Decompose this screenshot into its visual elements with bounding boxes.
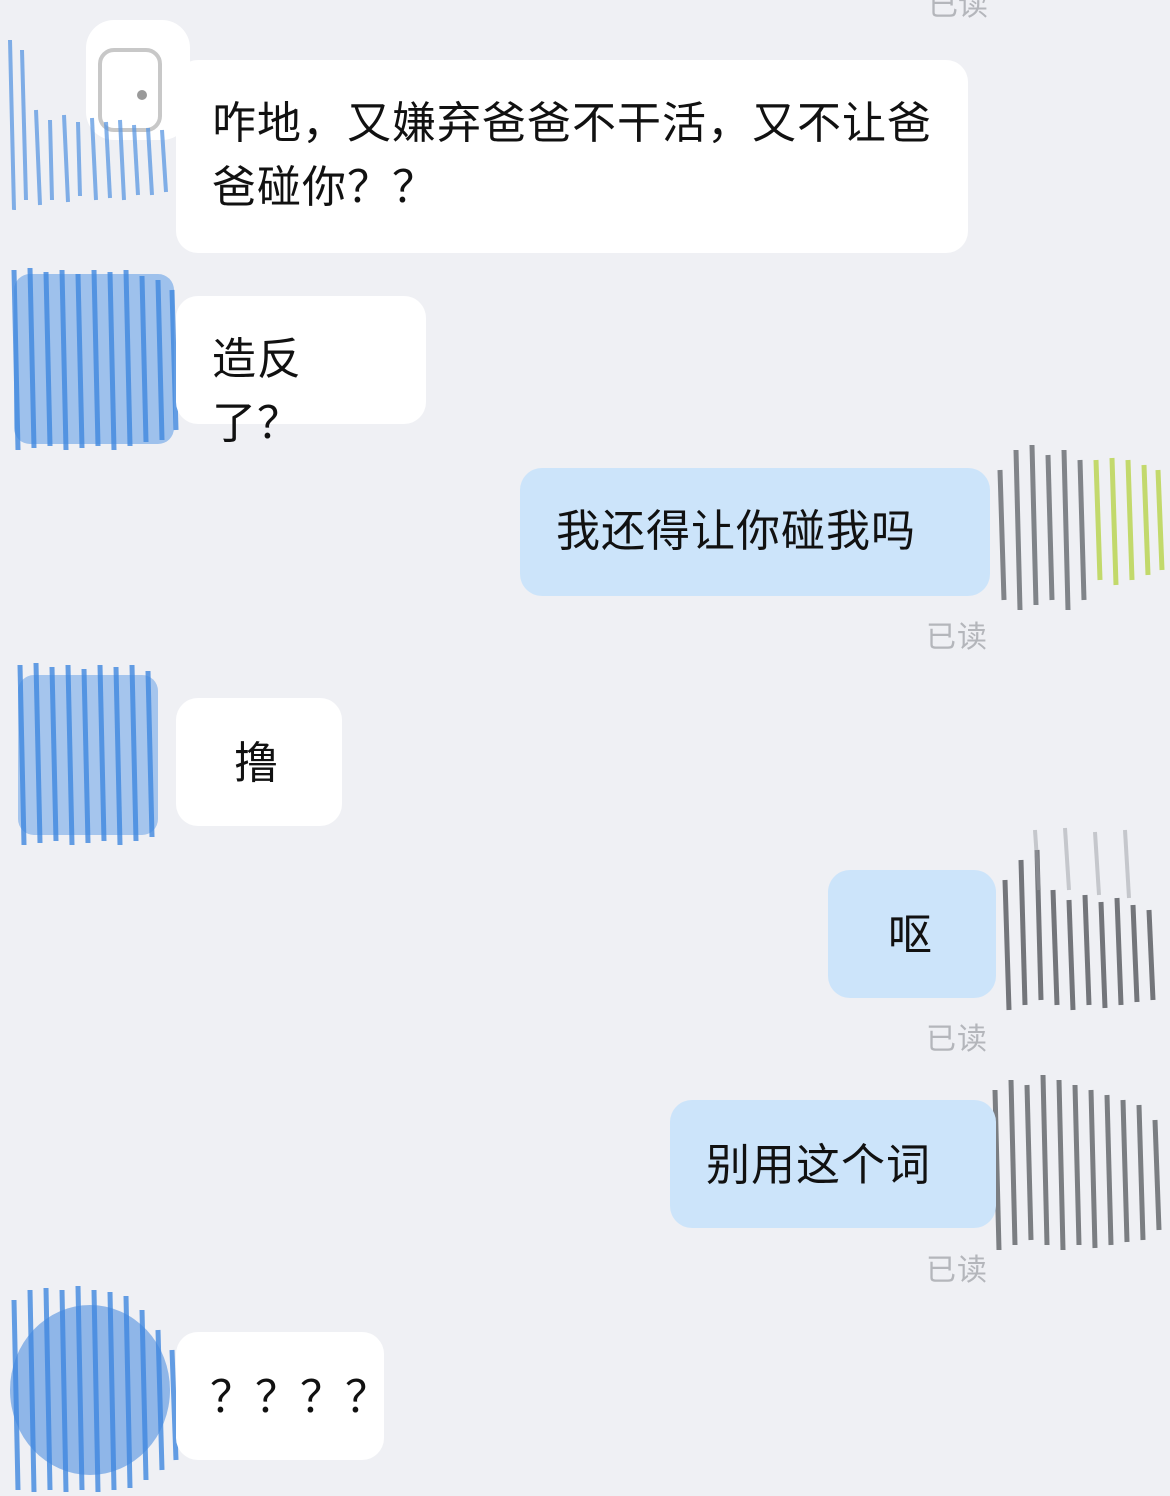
read-status: 已读 — [926, 1022, 988, 1057]
message-bubble-outgoing[interactable]: 呕 — [828, 870, 996, 998]
message-bubble-outgoing[interactable]: 别用这个词 — [670, 1100, 996, 1228]
message-text: 造反了？ — [212, 334, 302, 449]
my-avatar[interactable] — [985, 1060, 1170, 1260]
message-text: 呕 — [888, 910, 933, 961]
blurred-avatar-image — [10, 1285, 179, 1493]
blurred-avatar-image — [11, 267, 179, 451]
read-status: 已读 — [926, 1253, 988, 1288]
blurred-avatar-image — [1002, 827, 1156, 1011]
blurred-avatar-image — [8, 20, 190, 210]
message-bubble-incoming[interactable]: 咋地，又嫌弃爸爸不干活，又不让爸爸碰你？？ — [176, 60, 968, 253]
contact-avatar[interactable] — [0, 1280, 190, 1496]
contact-avatar[interactable] — [0, 260, 190, 460]
blurred-avatar-image — [997, 444, 1165, 611]
message-text: 撸 — [234, 738, 279, 789]
read-status: 已读 — [926, 620, 988, 655]
contact-avatar[interactable] — [0, 10, 190, 210]
blurred-avatar-image — [992, 1074, 1162, 1251]
message-bubble-incoming[interactable]: ？？？？ — [176, 1332, 389, 1460]
my-avatar[interactable] — [995, 820, 1170, 1020]
read-status-top: 已读 — [928, 0, 988, 23]
message-bubble-incoming[interactable]: 造反了？ — [176, 296, 426, 449]
message-text: 我还得让你碰我吗 — [556, 506, 916, 557]
my-avatar[interactable] — [990, 430, 1170, 620]
message-text: 别用这个词 — [706, 1140, 931, 1191]
message-text: 咋地，又嫌弃爸爸不干活，又不让爸爸碰你？？ — [212, 98, 932, 213]
blurred-avatar-image — [17, 662, 158, 846]
message-bubble-incoming[interactable]: 撸 — [176, 698, 342, 826]
contact-avatar[interactable] — [0, 655, 175, 850]
message-text: ？？？？ — [210, 1372, 390, 1423]
message-bubble-outgoing[interactable]: 我还得让你碰我吗 — [520, 468, 990, 596]
chat-history[interactable]: 已读 咋地，又嫌弃爸爸不干活，又不让爸爸碰你？？ 造反了？ 我还得让你碰我吗 已… — [0, 0, 1170, 1496]
